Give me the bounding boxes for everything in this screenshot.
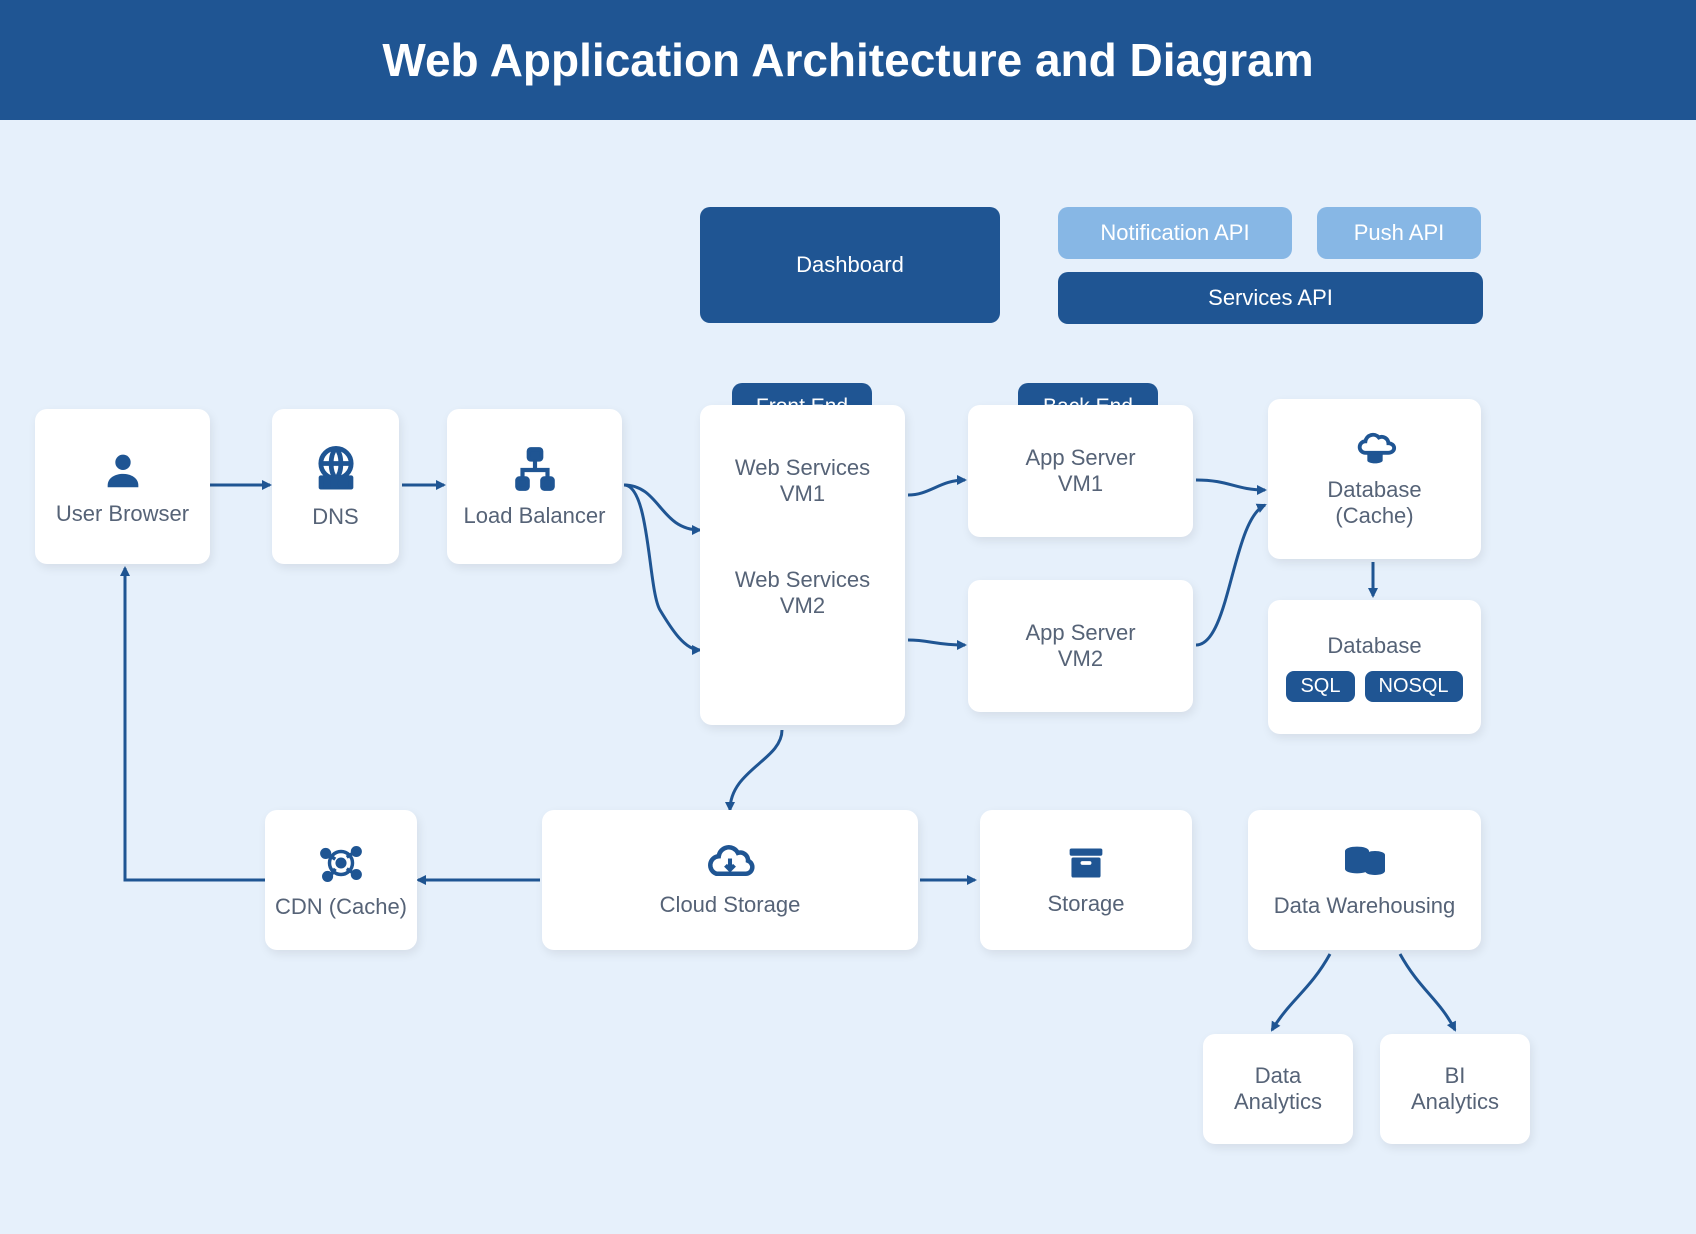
storage-icon (1064, 843, 1108, 883)
cloud-storage-node: Cloud Storage (542, 810, 918, 950)
web-services-vm1: Web Services VM1 (735, 455, 870, 507)
app-server-vm2-node: App Server VM2 (968, 580, 1193, 712)
web-services-vm2-line2: VM2 (735, 593, 870, 619)
dns-icon: DNS (310, 444, 362, 496)
push-api-box: Push API (1317, 207, 1481, 259)
bi-analytics-node: BI Analytics (1380, 1034, 1530, 1144)
dashboard-box: Dashboard (700, 207, 1000, 323)
storage-node: Storage (980, 810, 1192, 950)
database-cache-line1: Database (1327, 477, 1421, 503)
database-cache-node: Database (Cache) (1268, 399, 1481, 559)
data-warehousing-node: Data Warehousing (1248, 810, 1481, 950)
app-server-vm2-line2: VM2 (1058, 646, 1103, 672)
data-analytics-line2: Analytics (1234, 1089, 1322, 1115)
app-server-vm2-line1: App Server (1025, 620, 1135, 646)
web-services-vm1-line2: VM1 (735, 481, 870, 507)
notification-api-label: Notification API (1100, 220, 1249, 246)
data-analytics-node: Data Analytics (1203, 1034, 1353, 1144)
app-server-vm1-line1: App Server (1025, 445, 1135, 471)
bi-line1: BI (1445, 1063, 1466, 1089)
load-balancer-icon (510, 445, 560, 495)
bi-line2: Analytics (1411, 1089, 1499, 1115)
data-warehousing-label: Data Warehousing (1274, 893, 1455, 919)
diagram-title: Web Application Architecture and Diagram (0, 0, 1696, 120)
push-api-label: Push API (1354, 220, 1445, 246)
load-balancer-label: Load Balancer (464, 503, 606, 529)
services-api-box: Services API (1058, 272, 1483, 324)
database-node: Database SQL NOSQL (1268, 600, 1481, 734)
data-warehousing-icon (1339, 841, 1391, 885)
web-services-vm2: Web Services VM2 (735, 567, 870, 619)
diagram-title-text: Web Application Architecture and Diagram (382, 33, 1313, 87)
dns-node: DNS DNS (272, 409, 399, 564)
web-services-vm2-line1: Web Services (735, 567, 870, 593)
services-api-label: Services API (1208, 285, 1333, 311)
dns-label: DNS (312, 504, 358, 530)
cloud-download-icon (703, 842, 757, 884)
database-label: Database (1327, 633, 1421, 659)
notification-api-box: Notification API (1058, 207, 1292, 259)
database-cloud-icon (1352, 429, 1398, 469)
web-services-node: Web Services VM1 Web Services VM2 (700, 405, 905, 725)
nosql-pill: NOSQL (1365, 671, 1463, 702)
storage-label: Storage (1047, 891, 1124, 917)
dashboard-label: Dashboard (796, 252, 904, 278)
user-browser-label: User Browser (56, 501, 189, 527)
svg-text:DNS: DNS (325, 478, 346, 489)
web-services-vm1-line1: Web Services (735, 455, 870, 481)
cdn-node: CDN (Cache) (265, 810, 417, 950)
cloud-storage-label: Cloud Storage (660, 892, 801, 918)
sql-pill: SQL (1286, 671, 1354, 702)
database-cache-line2: (Cache) (1335, 503, 1413, 529)
app-server-vm1-node: App Server VM1 (968, 405, 1193, 537)
cdn-label: CDN (Cache) (275, 894, 407, 920)
cdn-icon (318, 840, 364, 886)
load-balancer-node: Load Balancer (447, 409, 622, 564)
user-browser-node: User Browser (35, 409, 210, 564)
app-server-vm1-line2: VM1 (1058, 471, 1103, 497)
user-icon (100, 447, 146, 493)
data-analytics-line1: Data (1255, 1063, 1301, 1089)
